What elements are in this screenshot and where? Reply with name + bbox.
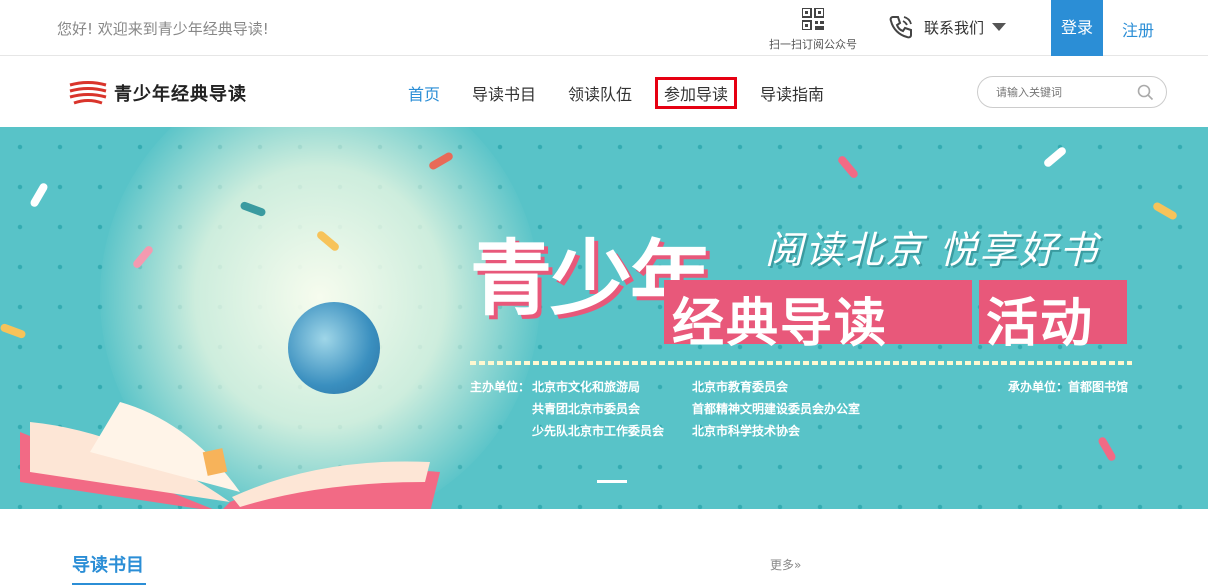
host-label: 主办单位：: [470, 380, 531, 394]
nav-reading-guide[interactable]: 导读指南: [760, 81, 824, 105]
open-book-illustration: [20, 402, 440, 509]
nav-reading-list[interactable]: 导读书目: [472, 81, 536, 105]
nav-join-reading[interactable]: 参加导读: [655, 77, 738, 109]
search-input[interactable]: [996, 85, 1132, 99]
host-org: 北京市教育委员会: [692, 380, 789, 394]
host-org: 北京市科学技术协会: [692, 424, 801, 438]
chevron-down-icon: [992, 23, 1007, 31]
qr-subscribe[interactable]: 扫一扫订阅公众号: [764, 8, 862, 52]
banner-title-activity: 活动: [986, 294, 1095, 354]
search-box: [977, 76, 1167, 108]
nav-leading-team[interactable]: 领读队伍: [568, 81, 632, 105]
contact-label: 联系我们: [924, 18, 985, 37]
book-logo-icon: [69, 81, 107, 105]
section-title: 导读书目: [72, 555, 144, 576]
more-link[interactable]: 更多»: [770, 556, 801, 573]
nav-home[interactable]: 首页: [408, 81, 440, 105]
phone-icon: [889, 16, 912, 39]
carousel-indicator[interactable]: [597, 480, 627, 483]
section-title-underline: [72, 583, 146, 585]
organizer-label: 承办单位：首都图书馆: [1008, 380, 1129, 394]
qr-label: 扫一扫订阅公众号: [769, 38, 857, 51]
welcome-text: 您好! 欢迎来到青少年经典导读!: [57, 20, 269, 38]
contact-dropdown[interactable]: 联系我们: [888, 14, 1007, 40]
login-button[interactable]: 登录: [1051, 0, 1103, 56]
host-org: 共青团北京市委员会: [532, 402, 641, 416]
host-org: 少先队北京市工作委员会: [532, 424, 665, 438]
host-org: 北京市文化和旅游局: [532, 380, 641, 394]
site-logo[interactable]: 青少年经典导读: [68, 80, 247, 106]
qr-code-icon: [802, 8, 824, 30]
banner-slogan: 阅读北京 悦享好书: [765, 228, 1100, 272]
main-header: 青少年经典导读 首页 导读书目 领读队伍 参加导读 导读指南: [0, 56, 1208, 127]
logo-text: 青少年经典导读: [114, 84, 247, 105]
banner-title-band: 经典导读: [672, 294, 889, 354]
banner-divider: [470, 361, 1132, 365]
register-link[interactable]: 注册: [1122, 17, 1154, 41]
host-org: 首都精神文明建设委员会办公室: [692, 402, 861, 416]
hero-banner[interactable]: 青少年 阅读北京 悦享好书 经典导读 活动 主办单位： 北京市文化和旅游局 北京…: [0, 127, 1208, 509]
search-icon[interactable]: [1137, 84, 1154, 101]
top-bar: 您好! 欢迎来到青少年经典导读! 扫一扫订阅公众号 联系我们 登录 注册: [0, 0, 1208, 56]
